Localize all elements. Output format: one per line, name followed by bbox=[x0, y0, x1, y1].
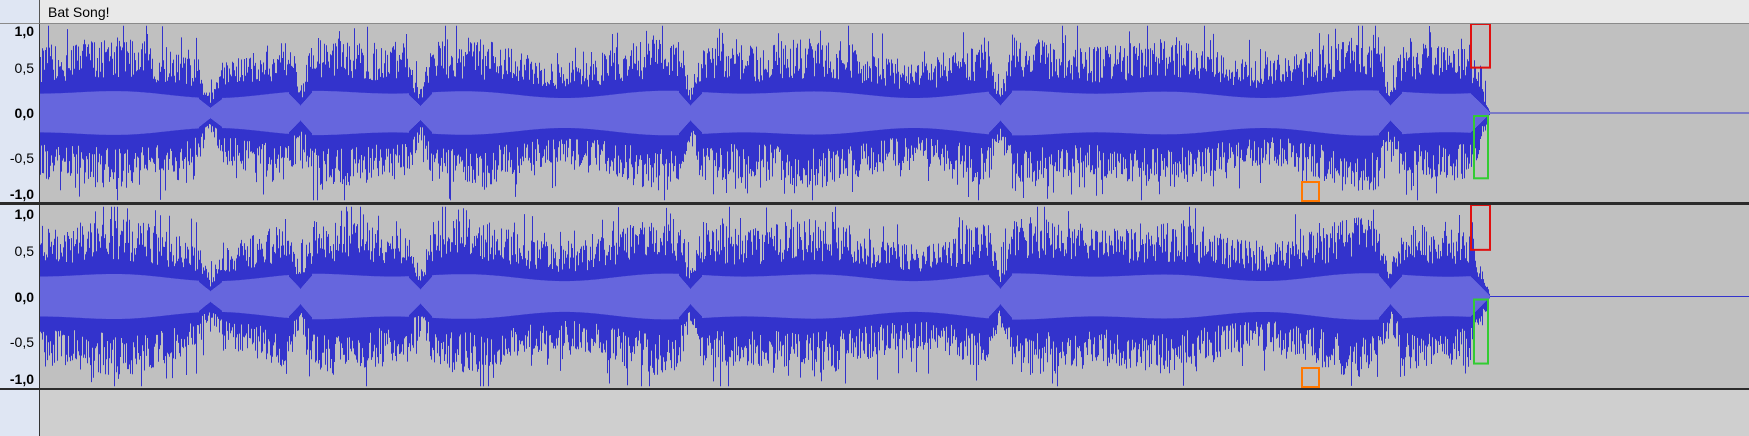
track-title: Bat Song! bbox=[48, 4, 110, 20]
amplitude-ruler-left: 1,0 0,5 0,0 -0,5 -1,0 bbox=[0, 24, 40, 202]
tick-label: 0,0 bbox=[14, 289, 34, 305]
waveform-left-svg bbox=[40, 24, 1749, 202]
waveform-right-svg bbox=[40, 205, 1749, 388]
peak-marker bbox=[1470, 24, 1491, 69]
empty-track-area[interactable] bbox=[40, 388, 1749, 436]
tick-label: 0,5 bbox=[14, 60, 34, 76]
audio-track-window: Bat Song! 1,0 0,5 0,0 -0,5 -1,0 1,0 0,5 … bbox=[0, 0, 1749, 436]
tick-label: 0,5 bbox=[14, 243, 34, 259]
tick-label: -1,0 bbox=[9, 371, 34, 387]
tick-label: -0,5 bbox=[9, 150, 34, 166]
waveform-right-channel[interactable] bbox=[40, 205, 1749, 388]
waveform-left-channel[interactable] bbox=[40, 24, 1749, 202]
clip-marker bbox=[1301, 367, 1320, 388]
tick-label: 1,0 bbox=[14, 206, 34, 222]
clip-marker bbox=[1301, 181, 1320, 202]
tick-label: 1,0 bbox=[14, 23, 34, 39]
amplitude-ruler-right: 1,0 0,5 0,0 -0,5 -1,0 bbox=[0, 205, 40, 436]
track-bottom-border bbox=[0, 388, 1749, 390]
tick-label: -0,5 bbox=[9, 334, 34, 350]
track-control-corner[interactable] bbox=[0, 0, 40, 24]
tick-label: -1,0 bbox=[9, 186, 34, 202]
track-title-bar[interactable] bbox=[40, 0, 1749, 24]
tick-label: 0,0 bbox=[14, 105, 34, 121]
